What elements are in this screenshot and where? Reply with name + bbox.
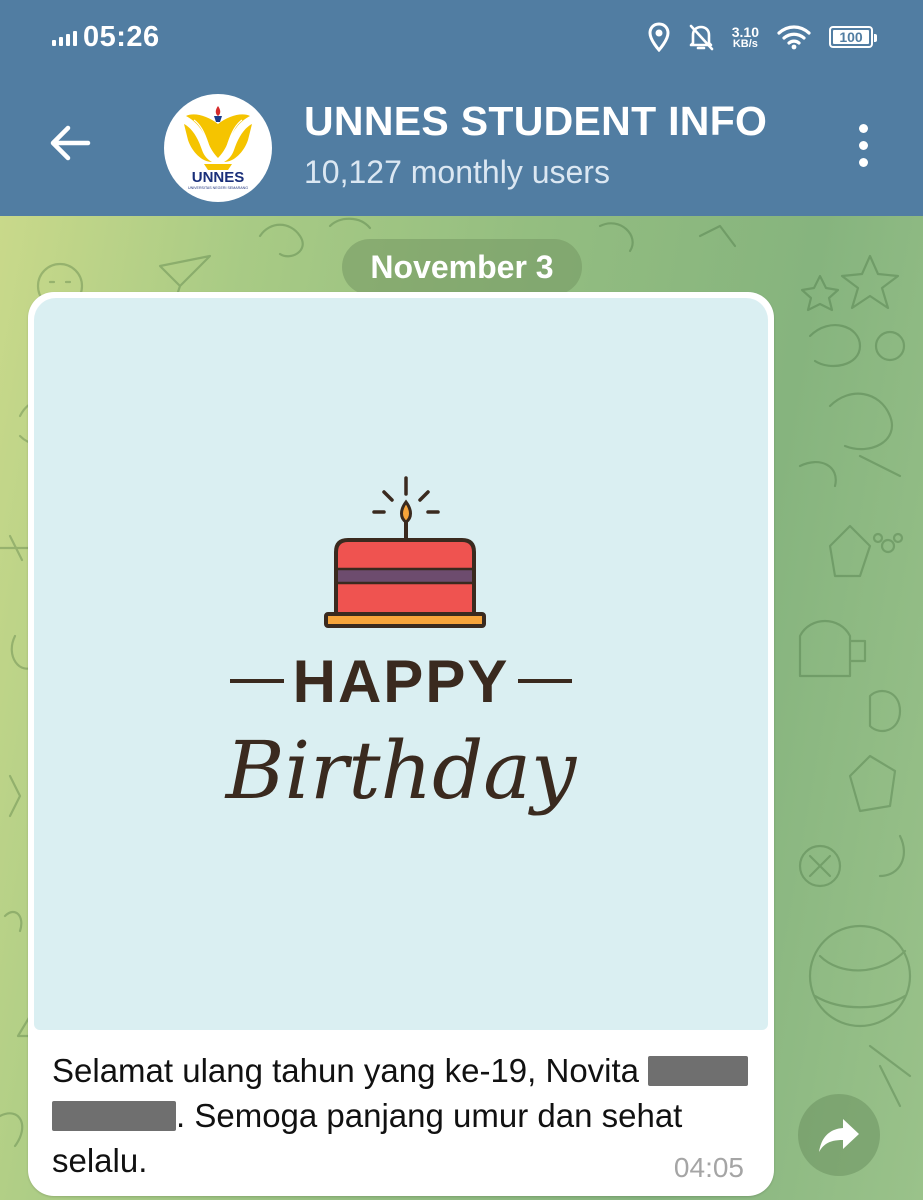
forward-arrow-icon: [819, 1119, 859, 1152]
message-time: 04:05: [673, 1152, 744, 1183]
arrow-left-icon: [50, 125, 91, 161]
status-bar: 05:26 3.10 KB/s 100: [0, 0, 923, 74]
birthday-card-image: HAPPY Birthday: [224, 476, 578, 817]
wifi-icon: [777, 25, 811, 50]
redacted-block: [52, 1101, 176, 1131]
channel-avatar[interactable]: UNNES UNIVERSITAS NEGERI SEMARANG: [164, 94, 272, 202]
battery-level: 100: [839, 29, 863, 45]
unnes-logo: UNNES UNIVERSITAS NEGERI SEMARANG: [184, 106, 252, 190]
chat-header: 05:26 3.10 KB/s 100 UNNES UNIVERSITAS NE…: [0, 0, 923, 216]
message-photo[interactable]: HAPPY Birthday: [34, 298, 768, 1030]
more-options-button[interactable]: [848, 120, 878, 170]
cake-icon: [324, 538, 486, 628]
chat-title[interactable]: UNNES STUDENT INFO: [304, 98, 767, 145]
menu-dot-icon: [858, 157, 868, 167]
happy-text: HAPPY: [293, 648, 510, 715]
network-speed: 3.10 KB/s: [731, 23, 759, 50]
status-time: 05:26: [83, 20, 160, 53]
menu-dot-icon: [858, 123, 868, 133]
birthday-text: Birthday: [224, 724, 578, 817]
forward-button[interactable]: [798, 1094, 880, 1176]
menu-dot-icon: [858, 140, 868, 150]
avatar-logo-subtext: UNIVERSITAS NEGERI SEMARANG: [188, 186, 248, 190]
message-bubble[interactable]: HAPPY Birthday Selamat ulang tahun yang …: [28, 292, 774, 1196]
signal-icon: [52, 28, 77, 46]
chat-area[interactable]: November 3 HAPPY Birthday Selamat ulang …: [0, 216, 923, 1200]
back-button[interactable]: [48, 120, 94, 166]
bell-off-icon: [689, 24, 714, 51]
candle-flame-icon: [400, 499, 412, 524]
location-icon: [648, 22, 670, 52]
message-caption: Selamat ulang tahun yang ke-19, Novita .…: [52, 1048, 768, 1183]
caption-text-part1: Selamat ulang tahun yang ke-19, Novita: [52, 1052, 649, 1089]
battery-icon: 100: [829, 26, 877, 48]
date-separator: November 3: [342, 239, 582, 295]
chat-subtitle: 10,127 monthly users: [304, 154, 610, 190]
redacted-block: [648, 1056, 749, 1086]
avatar-logo-text: UNNES: [192, 169, 245, 186]
